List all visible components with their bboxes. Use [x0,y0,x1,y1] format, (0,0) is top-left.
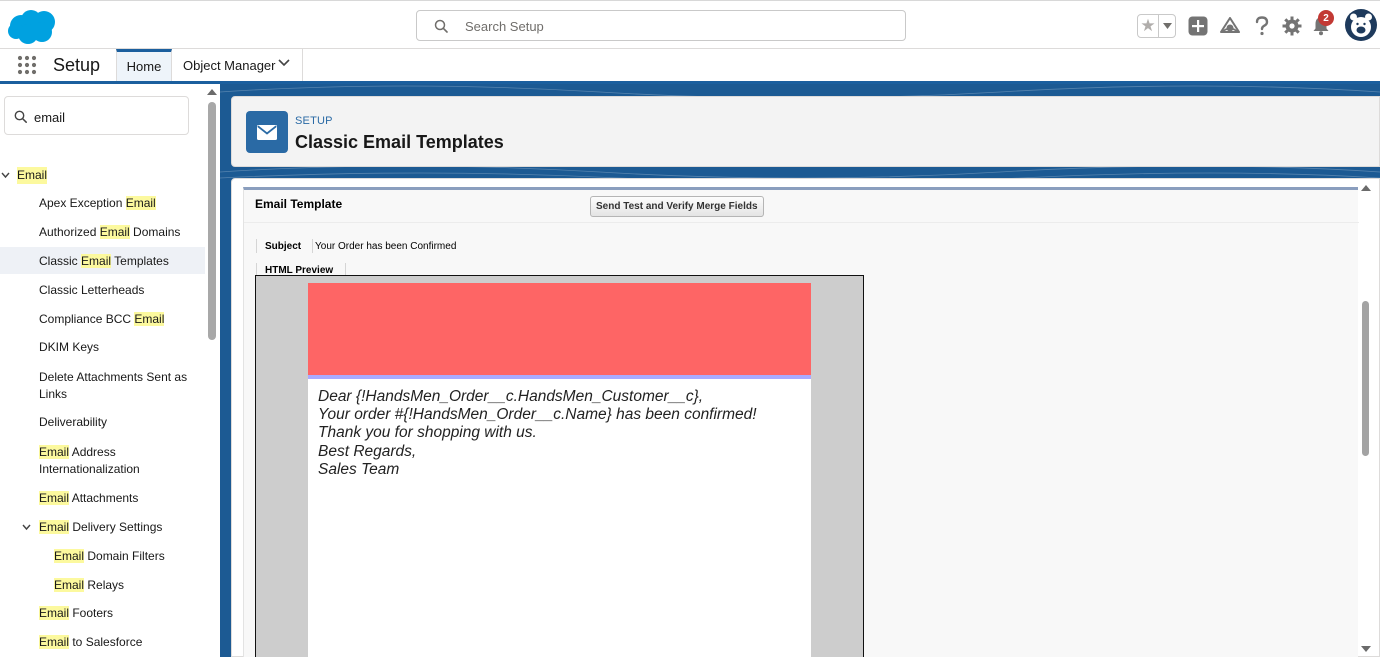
sidebar-item-email-footers[interactable]: Email Footers [39,605,113,622]
quick-find-value: email [34,110,66,125]
chevron-down-icon[interactable] [278,59,290,67]
quick-find-input[interactable]: email [4,96,189,135]
tab-home-label: Home [126,59,162,74]
email-line-confirmation: Your order #{!HandsMen_Order__c.Name} ha… [318,406,757,424]
sidebar-item-compliance-bcc-email[interactable]: Compliance BCC Email [39,311,165,328]
email-template-page-block: Email Template Send Test and Verify Merg… [243,187,1359,657]
tab-object-manager-label: Object Manager [183,57,276,73]
setup-sidebar: email Email Apex Exception Email Authori… [0,84,220,657]
search-placeholder: Search Setup [465,19,544,34]
sidebar-item-dkim-keys[interactable]: DKIM Keys [39,339,99,356]
page-title: Classic Email Templates [295,132,504,152]
sidebar-item-email-address-internationalization[interactable]: Email Address Internationalization [39,444,140,478]
email-body: Dear {!HandsMen_Order__c.HandsMen_Custom… [308,379,811,657]
gear-icon[interactable] [1281,15,1303,37]
section-divider [244,222,1359,223]
scroll-down-arrow-icon[interactable] [1361,645,1371,653]
email-envelope-icon [246,111,288,153]
scroll-up-arrow-icon[interactable] [1361,184,1371,192]
email-header-banner [308,283,811,375]
sidebar-item-classic-letterheads[interactable]: Classic Letterheads [39,282,144,299]
chevron-down-icon [22,524,39,531]
app-navigation-bar: Setup Home Object Manager [0,49,1380,84]
email-line-greeting: Dear {!HandsMen_Order__c.HandsMen_Custom… [318,388,704,405]
sidebar-scrollbar-thumb[interactable] [208,102,216,340]
favorites-dropdown-button[interactable] [1158,15,1175,37]
chevron-down-icon [1,172,10,179]
search-icon [434,19,448,33]
app-name: Setup [53,55,101,75]
sidebar-item-email-attachments[interactable]: Email Attachments [39,490,138,507]
trailhead-guidance-icon[interactable] [1219,15,1241,37]
email-line-signature: Sales Team [318,460,400,478]
sidebar-item-email-delivery-settings[interactable]: Email Delivery Settings [22,519,162,536]
sidebar-item-email-to-salesforce[interactable]: Email to Salesforce [39,634,142,651]
subject-label: Subject [265,241,302,252]
email-line-regards: Best Regards, [318,442,417,460]
user-avatar[interactable] [1345,9,1377,41]
page-header: SETUP Classic Email Templates [231,96,1380,167]
sidebar-item-classic-email-templates[interactable]: Classic Email Templates [0,247,205,274]
section-title: Email Template [255,197,343,211]
sidebar-item-email-relays[interactable]: Email Relays [54,577,124,594]
notification-count-badge: 2 [1318,10,1334,26]
sidebar-item-email-domain-filters[interactable]: Email Domain Filters [54,548,165,565]
favorites-group: ★ [1137,14,1176,38]
content-area: Email Template Send Test and Verify Merg… [231,178,1380,657]
sidebar-item-delete-attachments-sent-as-links[interactable]: Delete Attachments Sent as Links [39,369,187,403]
global-actions-plus-icon[interactable] [1187,15,1209,37]
app-launcher-grid-icon[interactable] [17,55,37,75]
global-search-input[interactable]: Search Setup [416,10,906,41]
favorite-star-icon[interactable]: ★ [1138,15,1158,37]
tab-object-manager[interactable]: Object Manager [173,49,303,81]
help-icon[interactable] [1251,15,1273,37]
tab-home[interactable]: Home [116,49,172,81]
content-scrollbar-thumb[interactable] [1362,301,1369,456]
tree-group-label: Email [17,167,48,184]
salesforce-logo[interactable] [6,7,58,45]
subject-value: Your Order has been Confirmed [315,241,457,252]
divider [256,239,257,253]
sidebar-item-deliverability[interactable]: Deliverability [39,414,107,431]
global-header: Search Setup ★ 2 [0,0,1380,49]
sidebar-item-authorized-email-domains[interactable]: Authorized Email Domains [39,224,180,241]
search-icon [14,110,27,123]
scroll-up-arrow-icon[interactable] [207,88,217,96]
html-preview-frame: Dear {!HandsMen_Order__c.HandsMen_Custom… [255,275,864,657]
divider [312,239,313,253]
send-test-verify-merge-fields-button[interactable]: Send Test and Verify Merge Fields [590,196,764,217]
sidebar-item-apex-exception-email[interactable]: Apex Exception Email [39,195,156,212]
email-line-thanks: Thank you for shopping with us. [318,424,537,442]
page-eyebrow: SETUP [295,115,333,127]
